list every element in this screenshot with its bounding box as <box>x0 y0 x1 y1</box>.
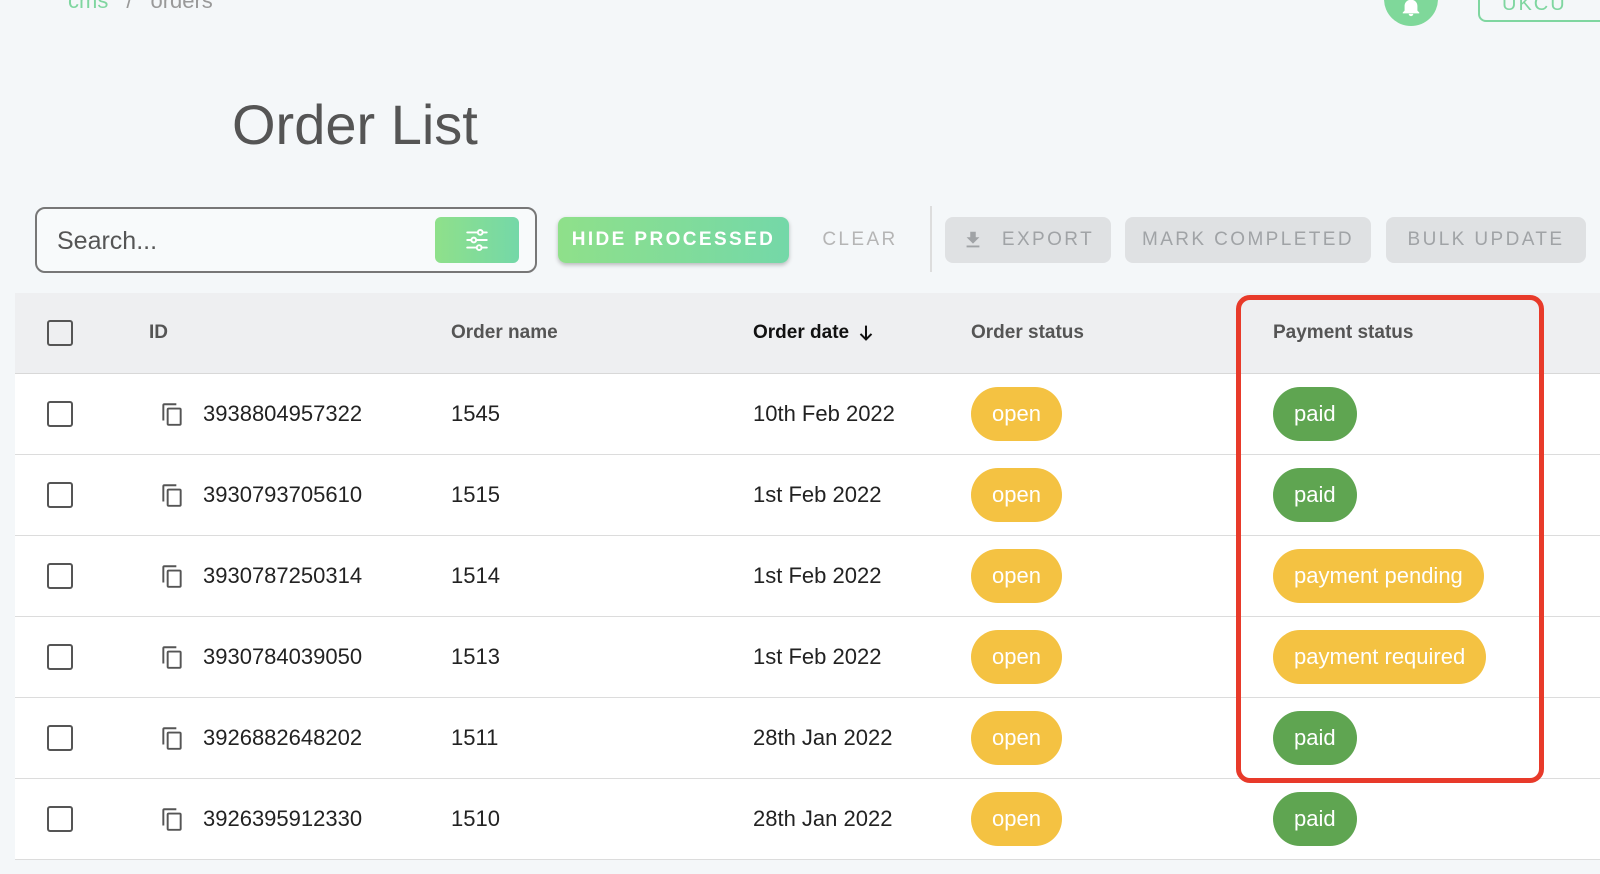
payment-status-badge: paid <box>1273 468 1357 522</box>
orders-table: ID Order name Order date Order status Pa… <box>15 293 1600 860</box>
copy-icon[interactable] <box>159 806 185 832</box>
order-status-badge: open <box>971 630 1062 684</box>
mark-completed-button[interactable]: MARK COMPLETED <box>1125 217 1371 263</box>
breadcrumb-separator: / <box>126 0 133 13</box>
table-row[interactable]: 3930787250314 1514 1st Feb 2022 open pay… <box>15 536 1600 617</box>
bulk-update-button[interactable]: BULK UPDATE <box>1386 217 1586 263</box>
order-id: 3930793705610 <box>203 482 363 507</box>
order-name: 1510 <box>451 806 500 831</box>
filter-button[interactable] <box>435 217 519 263</box>
order-id: 3926395912330 <box>203 806 363 831</box>
order-status-badge: open <box>971 468 1062 522</box>
export-button[interactable]: EXPORT <box>945 217 1111 263</box>
order-id: 3930784039050 <box>203 644 363 669</box>
payment-status-badge: paid <box>1273 711 1357 765</box>
order-id: 3930787250314 <box>203 563 363 588</box>
column-header-order-date-label: Order date <box>753 322 850 343</box>
table-row[interactable]: 3926395912330 1510 28th Jan 2022 open pa… <box>15 779 1600 860</box>
row-checkbox[interactable] <box>47 725 73 751</box>
export-label: EXPORT <box>1001 229 1095 250</box>
order-name: 1513 <box>451 644 500 669</box>
order-name: 1515 <box>451 482 500 507</box>
order-status-badge: open <box>971 387 1062 441</box>
column-header-order-name[interactable]: Order name <box>451 293 558 373</box>
order-status-badge: open <box>971 711 1062 765</box>
column-header-payment-status[interactable]: Payment status <box>1273 293 1413 373</box>
download-icon <box>966 231 980 248</box>
payment-status-badge: payment required <box>1273 630 1487 684</box>
sliders-icon <box>466 229 488 251</box>
column-header-order-status[interactable]: Order status <box>971 293 1084 373</box>
copy-icon[interactable] <box>159 482 185 508</box>
header-outline-button[interactable]: UKCU <box>1478 0 1600 22</box>
breadcrumb: cms / orders <box>68 0 213 14</box>
breadcrumb-link-cms[interactable]: cms <box>68 0 108 13</box>
page-title: Order List <box>232 93 478 156</box>
order-date: 28th Jan 2022 <box>753 725 893 750</box>
row-checkbox[interactable] <box>47 644 73 670</box>
table-row[interactable]: 3926882648202 1511 28th Jan 2022 open pa… <box>15 698 1600 779</box>
row-checkbox[interactable] <box>47 806 73 832</box>
table-row[interactable]: 3930793705610 1515 1st Feb 2022 open pai… <box>15 455 1600 536</box>
column-header-order-date[interactable]: Order date <box>753 293 877 373</box>
hide-processed-button[interactable]: HIDE PROCESSED <box>558 217 789 263</box>
order-id: 3938804957322 <box>203 401 363 426</box>
row-checkbox[interactable] <box>47 401 73 427</box>
arrow-down-icon <box>859 325 873 341</box>
select-all-checkbox[interactable] <box>47 320 73 346</box>
payment-status-badge: paid <box>1273 387 1357 441</box>
payment-status-badge: payment pending <box>1273 549 1484 603</box>
order-date: 1st Feb 2022 <box>753 482 882 507</box>
order-name: 1514 <box>451 563 500 588</box>
clear-button[interactable]: CLEAR <box>808 217 912 263</box>
copy-icon[interactable] <box>159 563 185 589</box>
order-date: 1st Feb 2022 <box>753 644 882 669</box>
table-row[interactable]: 3930784039050 1513 1st Feb 2022 open pay… <box>15 617 1600 698</box>
breadcrumb-current: orders <box>150 0 213 13</box>
copy-icon[interactable] <box>159 725 185 751</box>
order-status-badge: open <box>971 792 1062 846</box>
copy-icon[interactable] <box>159 401 185 427</box>
toolbar-divider <box>930 206 932 272</box>
order-name: 1545 <box>451 401 500 426</box>
order-status-badge: open <box>971 549 1062 603</box>
search-input[interactable] <box>55 221 429 261</box>
row-checkbox[interactable] <box>47 482 73 508</box>
order-id: 3926882648202 <box>203 725 363 750</box>
copy-icon[interactable] <box>159 644 185 670</box>
table-body: 3938804957322 1545 10th Feb 2022 open pa… <box>15 374 1600 860</box>
search-box <box>35 207 537 273</box>
notifications-button[interactable] <box>1384 0 1438 26</box>
order-date: 10th Feb 2022 <box>753 401 895 426</box>
column-header-id[interactable]: ID <box>149 293 168 373</box>
table-header: ID Order name Order date Order status Pa… <box>15 293 1600 374</box>
order-name: 1511 <box>451 725 499 750</box>
bell-icon <box>1402 0 1420 17</box>
payment-status-badge: paid <box>1273 792 1357 846</box>
order-date: 1st Feb 2022 <box>753 563 882 588</box>
order-date: 28th Jan 2022 <box>753 806 893 831</box>
row-checkbox[interactable] <box>47 563 73 589</box>
table-row[interactable]: 3938804957322 1545 10th Feb 2022 open pa… <box>15 374 1600 455</box>
